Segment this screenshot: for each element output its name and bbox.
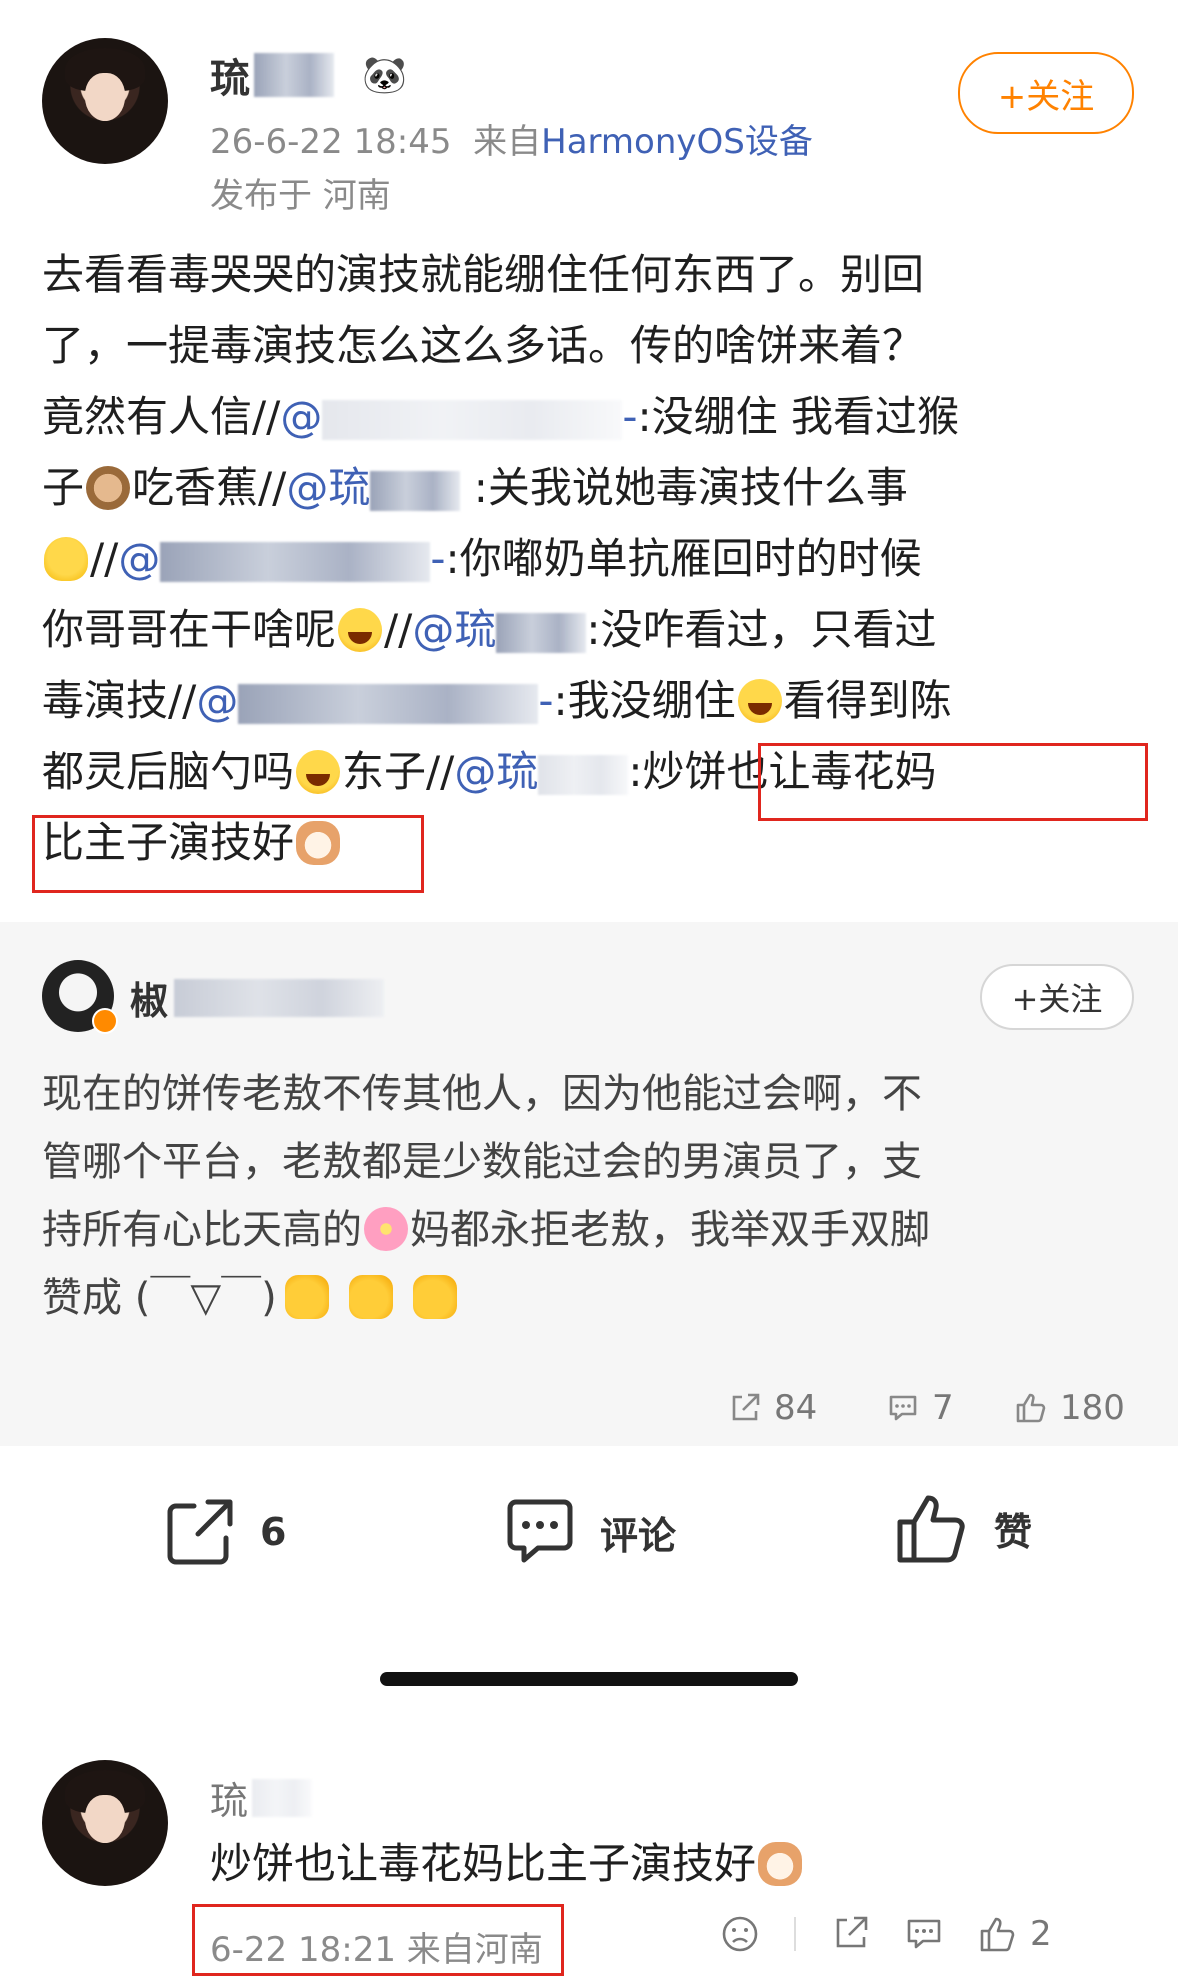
highlight-box	[758, 743, 1148, 821]
divider	[794, 1917, 796, 1951]
cat-emoji-icon	[758, 1842, 803, 1886]
share-icon	[732, 1393, 760, 1421]
redacted-name	[254, 53, 334, 97]
like-button[interactable]: 赞	[892, 1488, 1032, 1568]
comment-icon[interactable]	[904, 1914, 944, 1954]
comment-text: 炒饼也让毒花妈比主子演技好	[210, 1830, 804, 1891]
thumbs-up-icon	[980, 1917, 1015, 1952]
laughing-emoji-icon	[737, 679, 782, 723]
repost-follow-button[interactable]: +关注	[980, 964, 1134, 1030]
comment-actions: 2	[720, 1914, 1052, 1954]
verified-badge-icon	[92, 1008, 118, 1034]
mention-link[interactable]: @琉	[454, 747, 538, 796]
author-name[interactable]: 琉 🐼	[210, 46, 407, 104]
mention-link[interactable]: @琉	[286, 463, 370, 512]
comment-icon	[507, 1499, 573, 1563]
panda-icon: 🐼	[362, 55, 407, 96]
commenter-avatar[interactable]	[42, 1760, 168, 1886]
monkey-emoji-icon	[86, 466, 131, 510]
repost-like-stat[interactable]: 180	[1014, 1388, 1125, 1428]
repost-share-stat[interactable]: 84	[728, 1388, 817, 1428]
dislike-face-icon[interactable]	[720, 1914, 760, 1954]
laughing-emoji-icon	[296, 750, 341, 794]
highlight-box	[192, 1904, 564, 1976]
post-meta: 26-6-22 18:45 来自HarmonyOS设备	[210, 122, 813, 162]
thumbs-up-icon	[1016, 1393, 1046, 1423]
mention-link[interactable]: @	[118, 534, 160, 583]
highlight-box	[32, 815, 424, 893]
comment-button[interactable]: 评论	[502, 1494, 676, 1570]
mention-link[interactable]: @	[196, 676, 238, 725]
laughing-emoji-icon	[338, 608, 383, 652]
comment-icon	[889, 1395, 917, 1421]
thumbs-up-emoji-icon	[348, 1275, 393, 1319]
repost-comment-stat[interactable]: 7	[886, 1388, 954, 1428]
share-icon	[167, 1499, 233, 1565]
melting-face-emoji-icon	[44, 537, 88, 581]
thumbs-up-icon	[897, 1495, 965, 1563]
share-icon[interactable]	[830, 1914, 870, 1954]
cherry-blossom-emoji-icon	[364, 1207, 408, 1251]
thumbs-up-emoji-icon	[284, 1275, 329, 1319]
share-button[interactable]: 6	[162, 1494, 286, 1570]
repost-author-name[interactable]: 椒	[130, 970, 385, 1025]
comment-like-button[interactable]: 2	[978, 1914, 1052, 1954]
mention-link[interactable]: @琉	[412, 605, 496, 654]
thumbs-up-emoji-icon	[412, 1275, 457, 1319]
follow-button[interactable]: +关注	[958, 52, 1134, 134]
repost-body: 现在的饼传老敖不传其他人，因为他能过会啊，不 管哪个平台，老敖都是少数能过会的男…	[42, 1071, 930, 1321]
post-location: 发布于 河南	[210, 176, 391, 216]
mention-link[interactable]: @	[280, 392, 322, 441]
author-avatar[interactable]	[42, 38, 168, 164]
home-indicator	[380, 1672, 798, 1686]
commenter-name[interactable]: 琉	[210, 1770, 313, 1825]
device-link[interactable]: HarmonyOS设备	[541, 122, 813, 162]
reposted-card[interactable]: 椒 +关注 现在的饼传老敖不传其他人，因为他能过会啊，不 管哪个平台，老敖都是少…	[0, 922, 1178, 1446]
